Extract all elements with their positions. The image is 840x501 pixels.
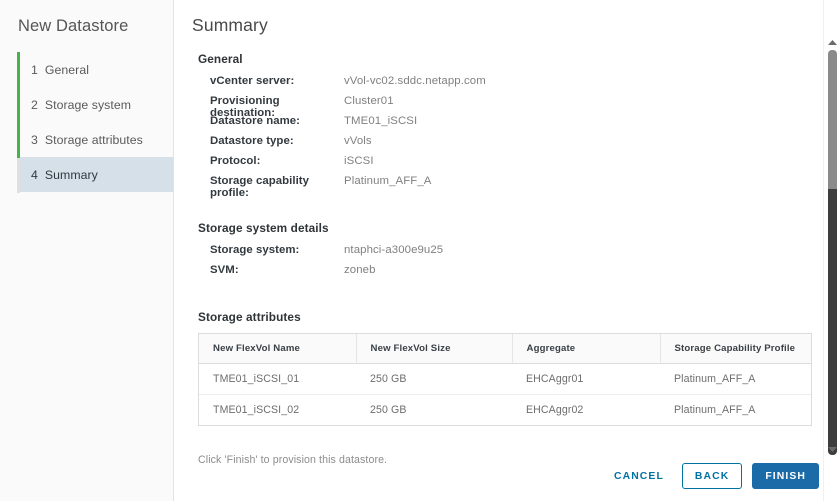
cell-aggregate: EHCAggr01 [512,364,660,395]
table-header-row: New FlexVol Name New FlexVol Size Aggreg… [199,334,811,364]
wizard-steps: 1 General 2 Storage system 3 Storage att… [0,52,173,192]
cancel-button[interactable]: CANCEL [606,463,672,489]
finish-button[interactable]: FINISH [752,463,819,489]
step-label: Summary [45,168,98,182]
table-row[interactable]: TME01_iSCSI_01 250 GB EHCAggr01 Platinum… [199,364,811,395]
detail-row-storage-system: Storage system: ntaphci-a300e9u25 [192,244,840,264]
detail-row-protocol: Protocol: iSCSI [192,155,840,175]
cell-flexvol-name: TME01_iSCSI_02 [199,395,356,426]
detail-label: Storage capability profile: [192,175,344,199]
scroll-down-arrow-icon[interactable] [824,443,840,457]
column-header-aggregate[interactable]: Aggregate [512,334,660,364]
step-number: 3 [31,133,38,147]
summary-content: Summary General vCenter server: vVol-vc0… [174,0,840,466]
scrollbar-thumb[interactable] [828,189,837,455]
detail-row-datastore-name: Datastore name: TME01_iSCSI [192,115,840,135]
page-title: Summary [192,14,840,36]
storage-attributes-table: New FlexVol Name New FlexVol Size Aggreg… [199,334,811,425]
back-button[interactable]: BACK [682,463,742,489]
sidebar-step-storage-attributes[interactable]: 3 Storage attributes [17,122,173,157]
column-header-storage-capability-profile[interactable]: Storage Capability Profile [660,334,811,364]
vertical-scrollbar[interactable] [823,0,840,501]
column-header-flexvol-size[interactable]: New FlexVol Size [356,334,512,364]
detail-label: Storage system: [192,244,344,256]
wizard-footer: CANCEL BACK FINISH [606,463,819,489]
step-number: 2 [31,98,38,112]
scrollbar-thumb-upper[interactable] [828,50,837,189]
detail-row-datastore-type: Datastore type: vVols [192,135,840,155]
step-label: General [45,63,89,77]
wizard-sidebar: New Datastore 1 General 2 Storage system… [0,0,174,501]
detail-value: vVols [344,135,372,147]
detail-value: zoneb [344,264,376,276]
detail-row-provisioning-destination: Provisioning destination: Cluster01 [192,95,840,115]
scroll-up-arrow-icon[interactable] [824,36,840,50]
detail-row-svm: SVM: zoneb [192,264,840,284]
cell-flexvol-size: 250 GB [356,395,512,426]
cell-aggregate: EHCAggr02 [512,395,660,426]
detail-value: vVol-vc02.sddc.netapp.com [344,75,486,87]
detail-row-vcenter-server: vCenter server: vVol-vc02.sddc.netapp.co… [192,75,840,95]
cell-storage-capability-profile: Platinum_AFF_A [660,395,811,426]
section-heading-general: General [198,52,840,66]
detail-row-storage-capability-profile: Storage capability profile: Platinum_AFF… [192,175,840,195]
table-body: TME01_iSCSI_01 250 GB EHCAggr01 Platinum… [199,364,811,426]
general-detail-list: vCenter server: vVol-vc02.sddc.netapp.co… [192,75,840,195]
section-heading-storage-system-details: Storage system details [198,221,840,235]
step-label: Storage attributes [45,133,143,147]
column-header-flexvol-name[interactable]: New FlexVol Name [199,334,356,364]
new-datastore-wizard: New Datastore 1 General 2 Storage system… [0,0,840,501]
detail-label: Protocol: [192,155,344,167]
sidebar-step-summary[interactable]: 4 Summary [20,157,173,192]
detail-label: Datastore type: [192,135,344,147]
detail-label: Datastore name: [192,115,344,127]
detail-value: iSCSI [344,155,374,167]
sidebar-step-storage-system[interactable]: 2 Storage system [17,87,173,122]
step-number: 1 [31,63,38,77]
detail-value: Cluster01 [344,95,394,107]
cell-flexvol-size: 250 GB [356,364,512,395]
storage-attributes-table-wrapper: New FlexVol Name New FlexVol Size Aggreg… [198,333,812,426]
detail-label: vCenter server: [192,75,344,87]
detail-value: ntaphci-a300e9u25 [344,244,443,256]
cell-storage-capability-profile: Platinum_AFF_A [660,364,811,395]
sidebar-step-general[interactable]: 1 General [17,52,173,87]
wizard-main-panel: Summary General vCenter server: vVol-vc0… [174,0,840,501]
table-header: New FlexVol Name New FlexVol Size Aggreg… [199,334,811,364]
wizard-title: New Datastore [0,0,173,36]
table-row[interactable]: TME01_iSCSI_02 250 GB EHCAggr02 Platinum… [199,395,811,426]
detail-value: TME01_iSCSI [344,115,417,127]
step-number: 4 [31,168,38,182]
cell-flexvol-name: TME01_iSCSI_01 [199,364,356,395]
section-heading-storage-attributes: Storage attributes [198,310,840,324]
detail-label: SVM: [192,264,344,276]
storage-system-detail-list: Storage system: ntaphci-a300e9u25 SVM: z… [192,244,840,284]
step-label: Storage system [45,98,131,112]
detail-value: Platinum_AFF_A [344,175,432,187]
